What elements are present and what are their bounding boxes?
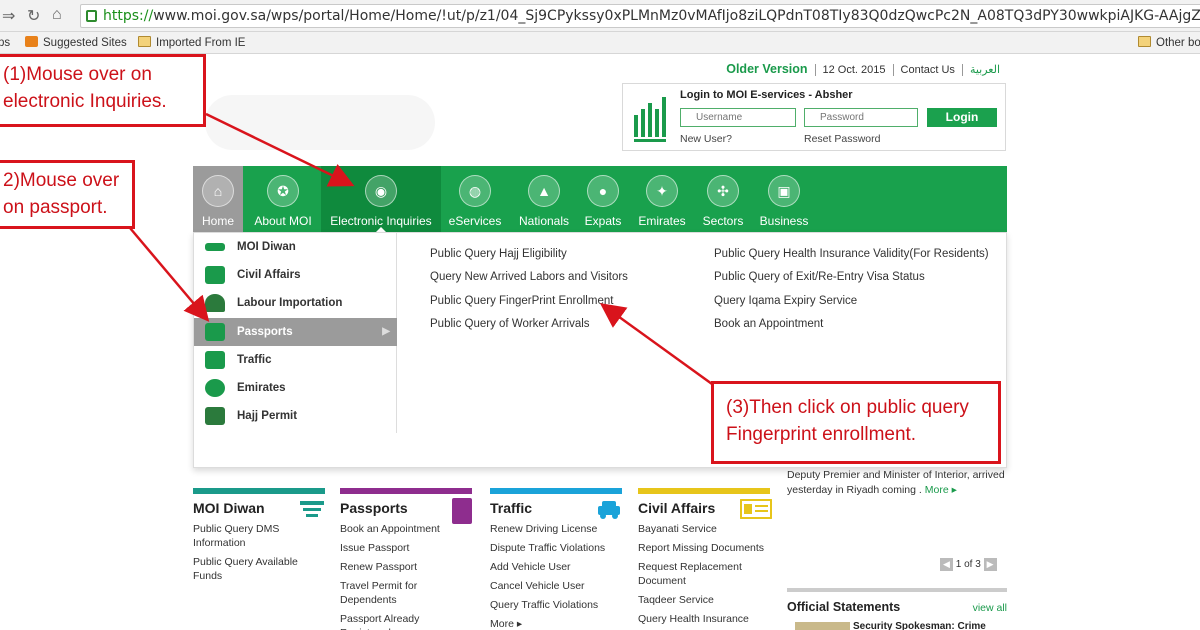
annotation-text: electronic Inquiries. bbox=[3, 91, 167, 112]
annotation-text: on passport. bbox=[3, 197, 108, 218]
annotation-text: (3)Then click on public query bbox=[726, 397, 969, 418]
annotation-step-2: 2)Mouse over on passport. bbox=[0, 160, 135, 229]
annotation-step-1: (1)Mouse over on electronic Inquiries. bbox=[0, 54, 206, 127]
arrow-to-passports bbox=[129, 227, 210, 322]
annotation-text: Fingerprint enrollment. bbox=[726, 424, 917, 445]
annotation-text: 2)Mouse over bbox=[3, 170, 120, 191]
arrow-to-inquiries bbox=[205, 112, 355, 187]
annotation-text: (1)Mouse over on bbox=[3, 64, 152, 85]
arrow-to-fingerprint bbox=[599, 303, 713, 386]
annotation-step-3: (3)Then click on public query Fingerprin… bbox=[711, 381, 1001, 464]
